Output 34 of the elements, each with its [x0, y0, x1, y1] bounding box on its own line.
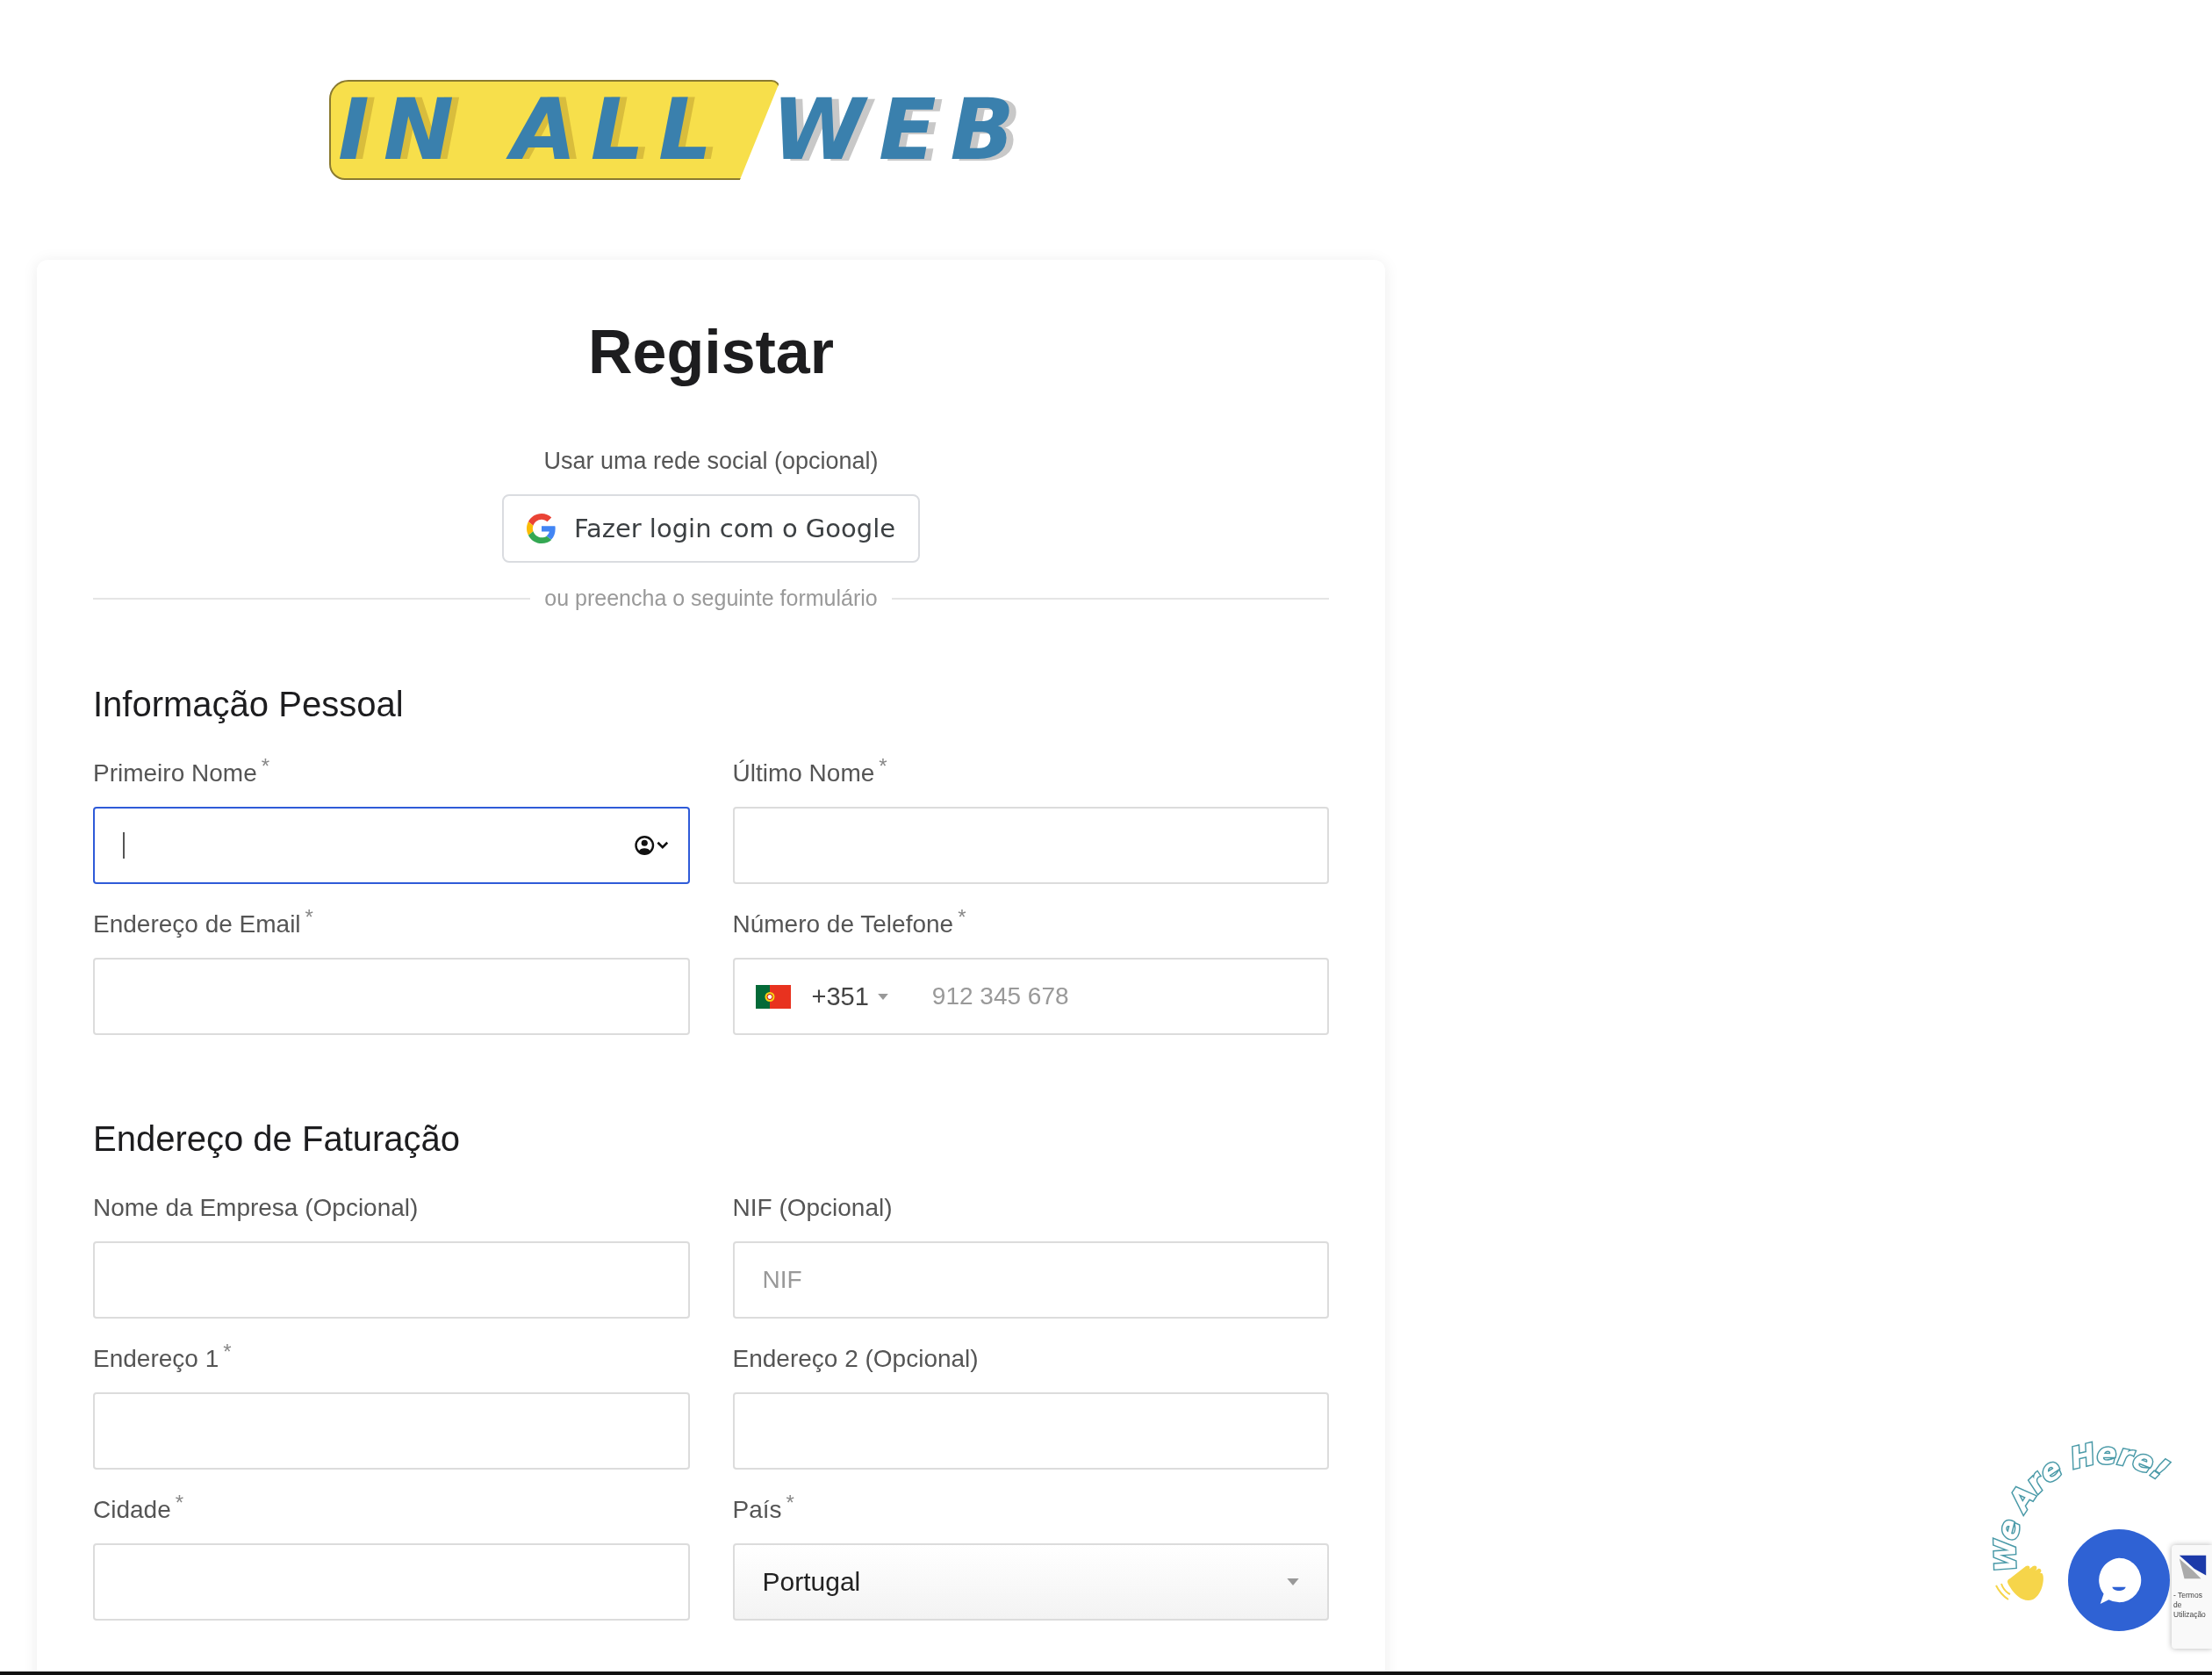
required-mark: * [786, 1491, 794, 1515]
field-label: Primeiro Nome [93, 759, 257, 787]
phone-field[interactable]: +351 912 345 678 [732, 958, 1329, 1035]
required-mark: * [175, 1491, 184, 1515]
portugal-flag-icon[interactable] [755, 984, 791, 1009]
country-select[interactable]: Portugal [732, 1543, 1329, 1621]
text-cursor [123, 832, 125, 859]
field-label: NIF (Opcional) [732, 1194, 893, 1222]
field-label: Cidade [93, 1496, 171, 1524]
recaptcha-badge[interactable]: - Termos de Utilização [2172, 1545, 2212, 1649]
section-title: Endereço de Faturação [93, 1119, 462, 1159]
recaptcha-terms-link[interactable]: - Termos de Utilização [2173, 1591, 2211, 1620]
google-icon [526, 514, 557, 543]
country-code[interactable]: +351 [811, 981, 869, 1011]
page-title: Registar [586, 317, 836, 388]
required-mark: * [879, 754, 887, 779]
field-label: Nome da Empresa (Opcional) [93, 1194, 419, 1222]
required-mark: * [223, 1340, 232, 1364]
required-mark: * [958, 905, 966, 930]
divider-text: ou preencha o seguinte formulário [544, 586, 878, 611]
field-label: Endereço de Email [93, 910, 301, 938]
required-mark: * [305, 905, 313, 930]
google-login-button[interactable]: Fazer login com o Google [501, 494, 921, 563]
dropdown-arrow-icon [1287, 1578, 1299, 1585]
required-mark: * [261, 754, 270, 779]
social-label: Usar uma rede social (opcional) [542, 448, 880, 475]
field-label: Endereço 2 (Opcional) [732, 1345, 979, 1373]
field-label: Endereço 1 [93, 1345, 219, 1373]
section-title: Informação Pessoal [93, 685, 405, 724]
field-label: Número de Telefone [732, 910, 954, 938]
dropdown-arrow-icon[interactable] [877, 993, 888, 1000]
field-label: País [732, 1496, 782, 1524]
field-label: Último Nome [732, 759, 875, 787]
input-field[interactable] [93, 807, 690, 884]
